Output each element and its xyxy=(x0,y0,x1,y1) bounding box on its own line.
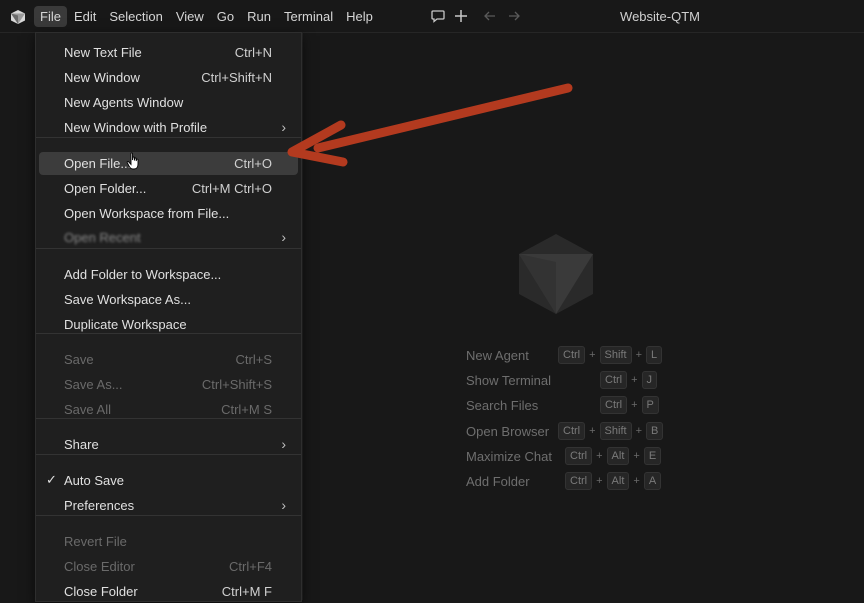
annotation-arrow-icon xyxy=(287,83,573,167)
hand-cursor-icon xyxy=(126,152,139,170)
